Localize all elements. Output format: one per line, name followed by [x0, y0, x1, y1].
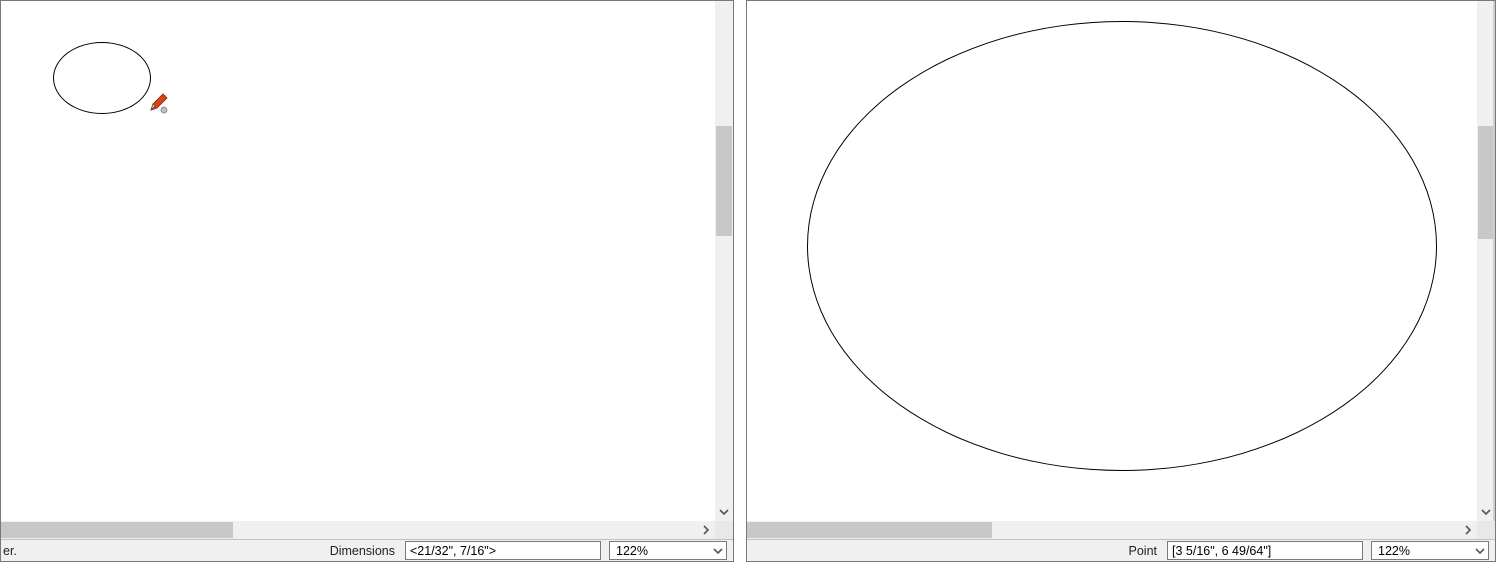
horizontal-scrollbar-track[interactable]	[1, 521, 697, 539]
horizontal-scrollbar[interactable]	[747, 521, 1495, 539]
scroll-right-button[interactable]	[1459, 521, 1477, 539]
vertical-scrollbar-thumb[interactable]	[1478, 126, 1494, 239]
chevron-down-icon	[1481, 507, 1491, 517]
horizontal-scrollbar[interactable]	[1, 521, 733, 539]
point-label: Point	[1129, 544, 1158, 558]
pencil-cursor-icon	[147, 92, 169, 114]
horizontal-scrollbar-track[interactable]	[747, 521, 1459, 539]
scroll-down-button[interactable]	[715, 503, 733, 521]
zoom-select[interactable]: 122%	[1371, 541, 1489, 560]
chevron-right-icon	[1463, 525, 1473, 535]
ellipse-shape[interactable]	[807, 21, 1437, 471]
dimensions-label: Dimensions	[330, 544, 395, 558]
drawing-canvas-right[interactable]	[747, 1, 1477, 521]
pane-right-edge	[1493, 1, 1495, 521]
point-input[interactable]	[1167, 541, 1363, 560]
drawing-pane-left: er. Dimensions 122%	[0, 0, 734, 562]
scrollbar-corner	[1477, 521, 1495, 539]
zoom-select[interactable]: 122%	[609, 541, 727, 560]
chevron-down-icon	[719, 507, 729, 517]
ellipse-shape[interactable]	[53, 42, 151, 114]
scroll-right-button[interactable]	[697, 521, 715, 539]
scrollbar-corner	[715, 521, 733, 539]
drawing-pane-right: Point 122%	[746, 0, 1496, 562]
horizontal-scrollbar-thumb[interactable]	[1, 522, 233, 538]
horizontal-scrollbar-thumb[interactable]	[747, 522, 992, 538]
dimensions-input[interactable]	[405, 541, 601, 560]
vertical-scrollbar-track[interactable]	[715, 1, 733, 503]
chevron-right-icon	[701, 525, 711, 535]
vertical-scrollbar[interactable]	[715, 1, 733, 521]
drawing-canvas-left[interactable]	[1, 1, 715, 521]
status-message: er.	[3, 544, 17, 558]
status-bar-left: er. Dimensions 122%	[1, 539, 733, 561]
vertical-scrollbar-thumb[interactable]	[716, 126, 732, 236]
status-bar-right: Point 122%	[747, 539, 1495, 561]
